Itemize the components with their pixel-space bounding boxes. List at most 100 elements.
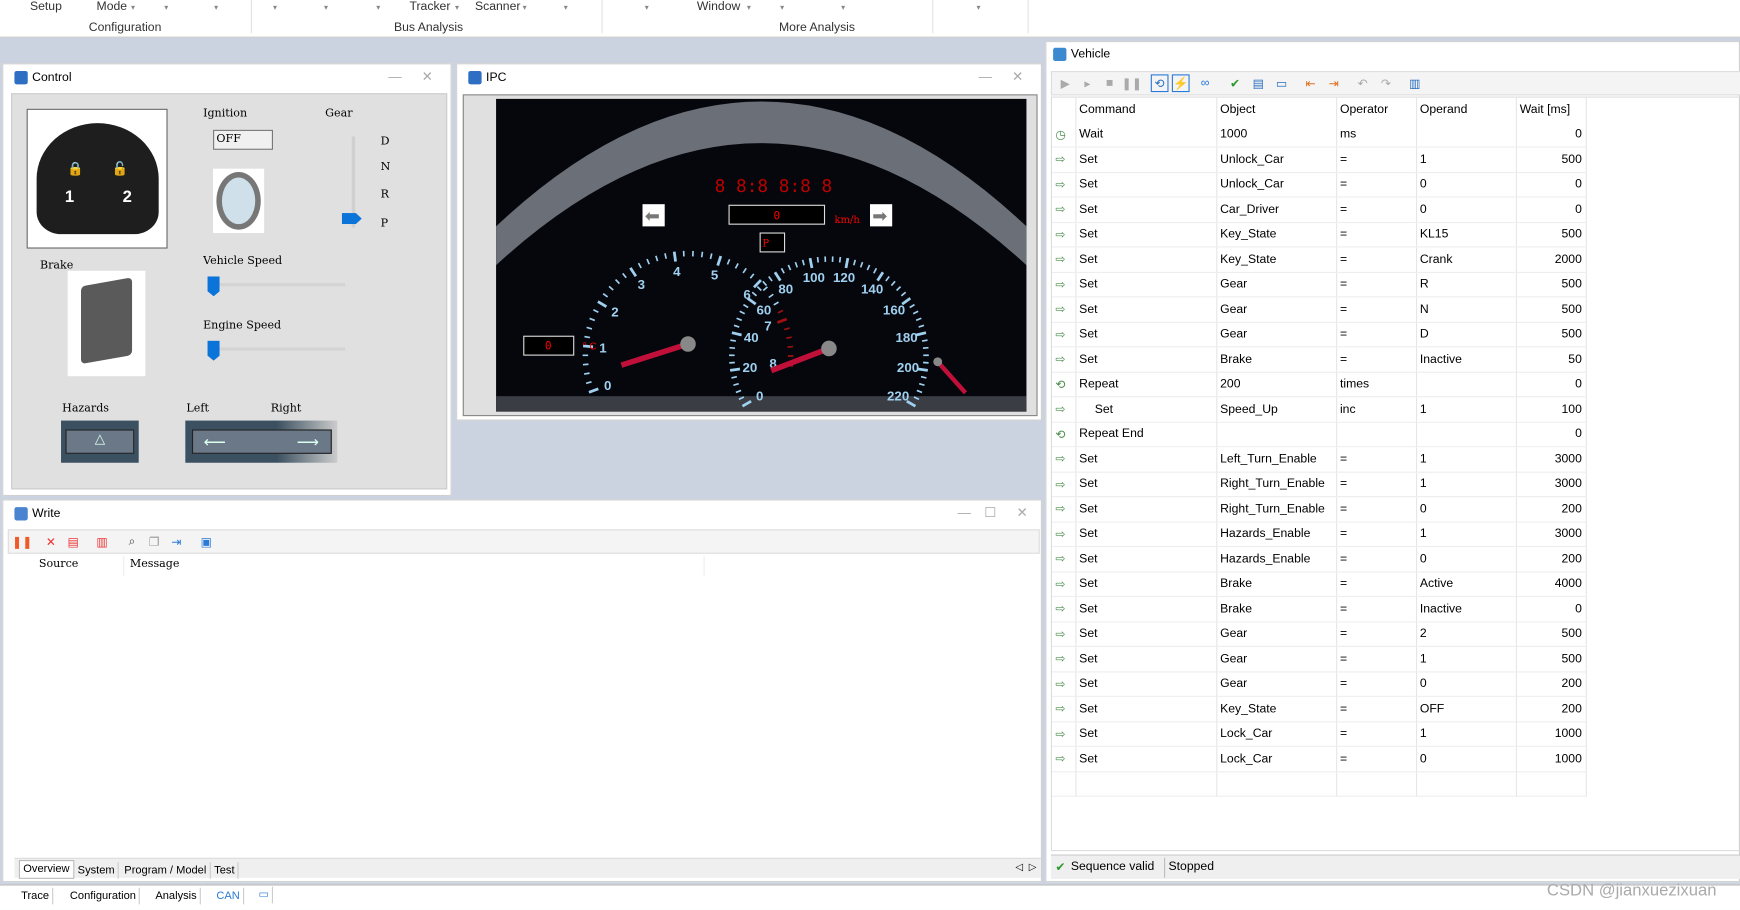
export-icon[interactable]: ⇥ [1325, 74, 1343, 92]
cell-operand[interactable]: D [1415, 321, 1517, 348]
cell-object[interactable]: Right_Turn_Enable [1216, 496, 1337, 523]
cell-operand[interactable] [1415, 421, 1517, 448]
delete-icon[interactable]: ✕ [42, 533, 60, 551]
cell-operand[interactable]: Crank [1415, 246, 1517, 273]
cell-command[interactable]: Wait [1075, 122, 1217, 148]
table-row[interactable]: ⇨ Set Unlock_Car = 0 0 [1051, 172, 1587, 198]
cell-wait[interactable]: 200 [1515, 496, 1587, 523]
cell-operand[interactable]: N [1415, 296, 1517, 323]
tab-system[interactable]: System [74, 862, 120, 879]
cell-wait[interactable]: 1000 [1515, 746, 1587, 772]
list-icon[interactable]: ▤ [1250, 74, 1268, 92]
cell-operand[interactable]: R [1415, 271, 1517, 298]
key-button-2[interactable]: 2 [123, 188, 132, 207]
pause-icon[interactable]: ❚❚ [1122, 74, 1142, 92]
clear-all-icon[interactable]: ▥ [93, 533, 111, 551]
cell-operator[interactable]: = [1336, 521, 1417, 548]
column-source[interactable]: Source [39, 558, 79, 570]
cell-operand[interactable]: 1 [1415, 147, 1517, 173]
cell-object[interactable]: Brake [1216, 596, 1337, 622]
cell-operator[interactable]: = [1336, 721, 1417, 747]
cell-object[interactable]: Speed_Up [1216, 396, 1337, 423]
cell-operator[interactable]: = [1336, 746, 1417, 772]
key-fob[interactable]: 🔒 🔓 1 2 [26, 108, 168, 249]
engine-speed-thumb[interactable] [207, 340, 220, 361]
cell-object[interactable]: Brake [1216, 571, 1337, 598]
table-row[interactable]: ⇨ Set Gear = N 500 [1051, 296, 1587, 323]
pause-icon[interactable]: ❚❚ [12, 533, 32, 551]
cell-command[interactable]: Set [1075, 346, 1217, 373]
cell-command[interactable]: Set [1075, 321, 1217, 348]
cell-operator[interactable]: inc [1336, 396, 1417, 423]
table-row[interactable]: ⇨ Set Left_Turn_Enable = 1 3000 [1051, 446, 1587, 473]
cell-operand[interactable]: 1 [1415, 521, 1517, 548]
cell-object[interactable]: Brake [1216, 346, 1337, 373]
close-button[interactable]: ✕ [1012, 69, 1023, 85]
cell-object[interactable]: Key_State [1216, 696, 1337, 722]
table-row[interactable]: ⇨ Set Right_Turn_Enable = 1 3000 [1051, 471, 1587, 498]
table-row[interactable]: ⇨ Set Key_State = KL15 500 [1051, 221, 1587, 248]
table-row[interactable]: ⇨ Set Brake = Inactive 0 [1051, 596, 1587, 622]
ignition-key-slot[interactable] [213, 168, 265, 234]
cell-object[interactable]: Hazards_Enable [1216, 521, 1337, 548]
column-command[interactable]: Command [1075, 97, 1217, 123]
cell-operator[interactable]: = [1336, 621, 1417, 647]
lock-icon[interactable]: 🔒 [67, 161, 84, 177]
cell-command[interactable]: Set [1075, 446, 1217, 473]
cell-operator[interactable]: = [1336, 646, 1417, 672]
cell-operand[interactable]: OFF [1415, 696, 1517, 722]
cell-wait[interactable]: 200 [1515, 546, 1587, 573]
cell-command[interactable]: Set [1075, 271, 1217, 298]
table-row[interactable]: ⇨ Set Hazards_Enable = 1 3000 [1051, 521, 1587, 548]
cell-wait[interactable]: 4000 [1515, 571, 1587, 598]
cell-operand[interactable] [1415, 371, 1517, 398]
cell-operator[interactable]: = [1336, 147, 1417, 173]
cell-operand[interactable]: 0 [1415, 746, 1517, 772]
column-object[interactable]: Object [1216, 97, 1337, 123]
cell-operator[interactable]: = [1336, 172, 1417, 198]
stop-icon[interactable]: ■ [1101, 74, 1119, 92]
cell-object[interactable]: Gear [1216, 671, 1337, 697]
table-row[interactable]: ⇨ Set Key_State = OFF 200 [1051, 696, 1587, 722]
cell-operator[interactable]: = [1336, 246, 1417, 273]
cell-operand[interactable]: Inactive [1415, 346, 1517, 373]
table-row[interactable]: ⇨ Set Right_Turn_Enable = 0 200 [1051, 496, 1587, 523]
cell-wait[interactable]: 500 [1515, 646, 1587, 672]
cell-object[interactable]: Car_Driver [1216, 196, 1337, 223]
table-row[interactable]: ⇨ Set Brake = Inactive 50 [1051, 346, 1587, 373]
ribbon-scanner[interactable]: Scanner [475, 0, 520, 13]
options-icon[interactable]: ▣ [198, 533, 216, 551]
close-button[interactable]: ✕ [422, 69, 433, 85]
cell-wait[interactable]: 0 [1515, 122, 1587, 148]
engine-speed-slider[interactable] [211, 347, 346, 351]
brake-pedal[interactable] [67, 270, 146, 377]
cell-operand[interactable]: 0 [1415, 671, 1517, 697]
cell-command[interactable]: Set [1075, 246, 1217, 273]
cell-operator[interactable] [1336, 421, 1417, 448]
cell-object[interactable]: Gear [1216, 296, 1337, 323]
cell-object[interactable]: Unlock_Car [1216, 147, 1337, 173]
gear-slider-thumb[interactable] [341, 213, 362, 225]
column-message[interactable]: Message [130, 558, 180, 570]
scroll-right-icon[interactable]: ▷ [1029, 861, 1037, 873]
cell-wait[interactable]: 3000 [1515, 521, 1587, 548]
cell-operator[interactable]: = [1336, 471, 1417, 498]
cell-wait[interactable]: 500 [1515, 147, 1587, 173]
cell-operand[interactable]: 1 [1415, 396, 1517, 423]
table-row[interactable]: ◷ Wait 1000 ms 0 [1051, 122, 1587, 148]
ribbon-mode[interactable]: Mode [97, 0, 128, 13]
folder-icon[interactable]: ▭ [1273, 74, 1291, 92]
cell-command[interactable]: Set [1075, 396, 1217, 423]
clear-icon[interactable]: ▤ [64, 533, 82, 551]
cell-object[interactable]: Gear [1216, 646, 1337, 672]
columns-icon[interactable]: ▥ [1406, 74, 1424, 92]
redo-icon[interactable]: ↷ [1377, 74, 1395, 92]
step-icon[interactable]: ▸ [1079, 74, 1097, 92]
cell-command[interactable]: Set [1075, 746, 1217, 772]
cell-operand[interactable]: 1 [1415, 446, 1517, 473]
cell-object[interactable] [1216, 421, 1337, 448]
right-turn-button[interactable]: ⟶ [297, 431, 319, 453]
hazards-button[interactable]: △ [61, 420, 139, 463]
cell-command[interactable]: Set [1075, 221, 1217, 248]
cell-wait[interactable]: 500 [1515, 271, 1587, 298]
